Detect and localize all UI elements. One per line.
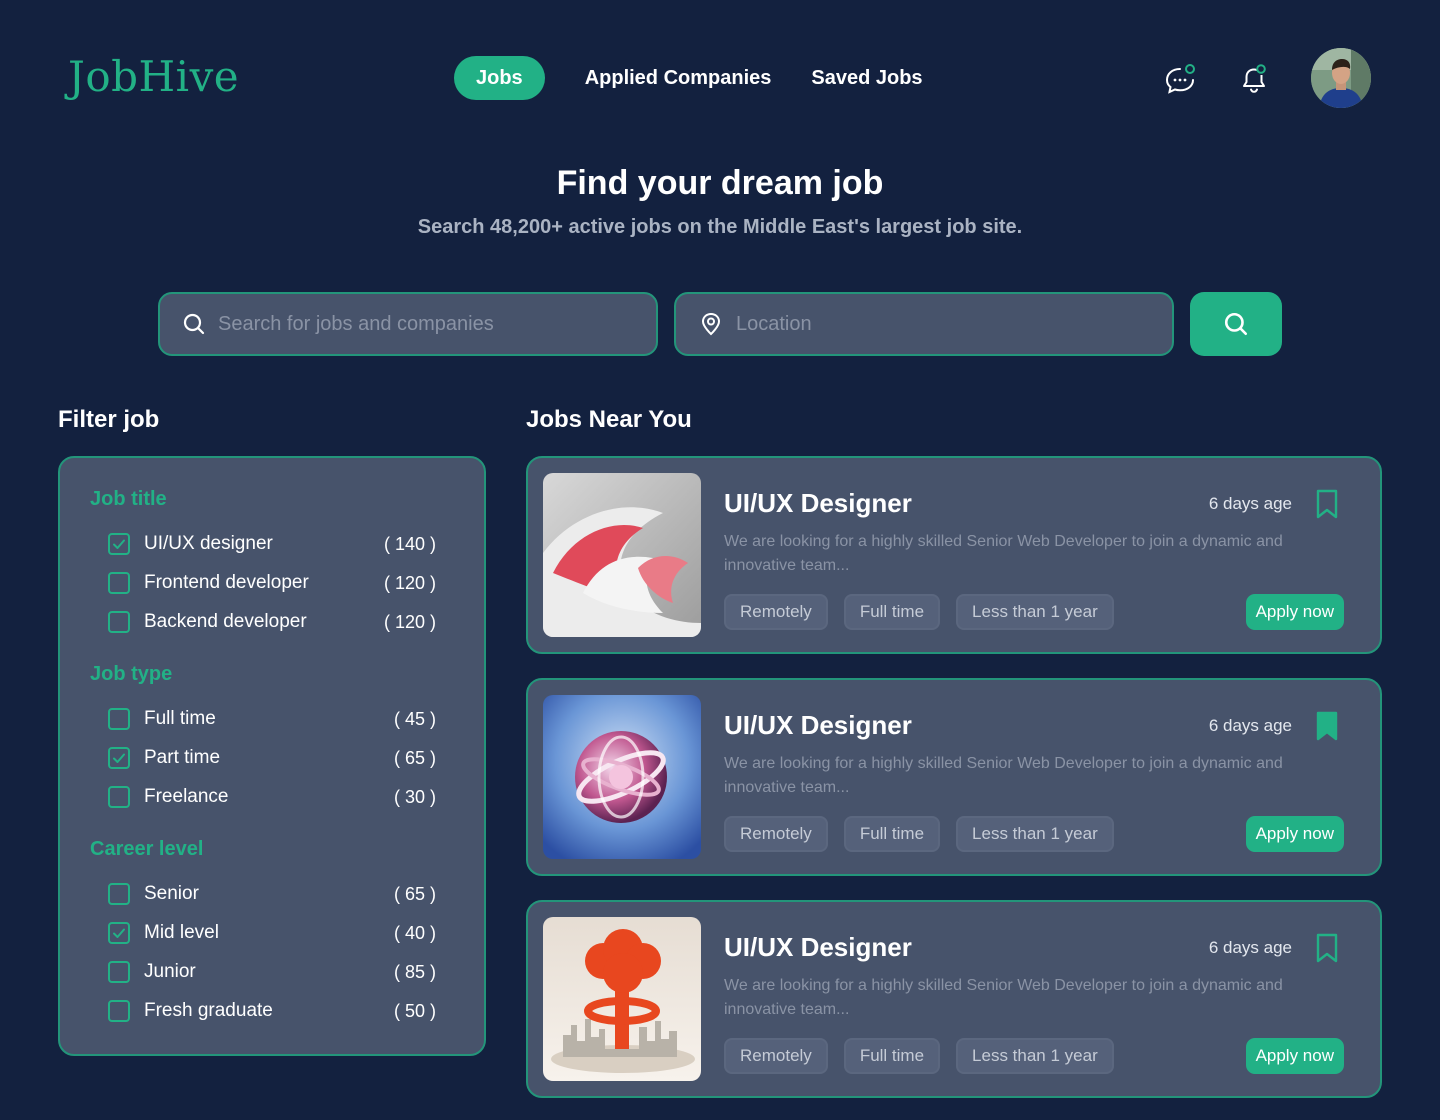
checkbox-checked[interactable]: [108, 747, 130, 769]
filter-option-fresh-graduate[interactable]: Fresh graduate ( 50 ): [108, 997, 436, 1025]
brand-logo[interactable]: JobHive: [68, 52, 239, 101]
filter-option-junior[interactable]: Junior ( 85 ): [108, 958, 436, 986]
filter-option-senior[interactable]: Senior ( 65 ): [108, 880, 436, 908]
location-input[interactable]: [736, 294, 1172, 354]
job-posted-age: 6 days age: [1208, 494, 1292, 513]
filter-group-job-title: Job title: [90, 488, 167, 510]
filter-panel: Job title UI/UX designer ( 140 ) Fronten…: [58, 456, 486, 1056]
checkbox-checked[interactable]: [108, 533, 130, 555]
filter-group-job-type: Job type: [90, 663, 173, 685]
filter-option-label: Mid level: [144, 922, 219, 943]
bookmark-outline-icon[interactable]: [1314, 932, 1340, 964]
filter-option-count: ( 140 ): [383, 533, 436, 554]
checkbox[interactable]: [108, 572, 130, 594]
job-tags: Remotely Full time Less than 1 year: [724, 594, 1130, 630]
nav-jobs[interactable]: Jobs: [454, 56, 545, 100]
location-pin-icon: [700, 312, 722, 336]
filter-option-frontend-developer[interactable]: Frontend developer ( 120 ): [108, 569, 436, 597]
company-logo-image: [543, 695, 701, 859]
filter-title: Filter job: [58, 406, 160, 433]
filter-option-count: ( 85 ): [393, 961, 436, 982]
filter-option-label: Fresh graduate: [144, 1000, 273, 1021]
company-logo-image: [543, 917, 701, 1081]
apply-now-button[interactable]: Apply now: [1245, 816, 1344, 852]
checkbox-checked[interactable]: [108, 922, 130, 944]
apply-now-button[interactable]: Apply now: [1245, 1038, 1344, 1074]
filter-option-freelance[interactable]: Freelance ( 30 ): [108, 783, 436, 811]
job-tag[interactable]: Full time: [843, 816, 941, 852]
nav-saved-jobs[interactable]: Saved Jobs: [811, 56, 922, 100]
filter-option-ui-ux-designer[interactable]: UI/UX designer ( 140 ): [108, 530, 436, 558]
location-field[interactable]: [674, 292, 1174, 356]
filter-option-backend-developer[interactable]: Backend developer ( 120 ): [108, 608, 436, 636]
filter-option-label: Frontend developer: [144, 572, 309, 593]
filter-option-label: Junior: [144, 961, 196, 982]
filter-option-count: ( 40 ): [393, 922, 436, 943]
filter-option-label: Senior: [144, 883, 199, 904]
bell-icon[interactable]: [1238, 60, 1270, 96]
filter-option-count: ( 120 ): [383, 572, 436, 593]
filter-group-career-level: Career level: [90, 838, 204, 860]
search-icon: [1223, 311, 1249, 337]
filter-option-count: ( 120 ): [383, 611, 436, 632]
job-card[interactable]: UI/UX Designer 6 days age We are looking…: [526, 900, 1382, 1098]
chat-icon[interactable]: [1165, 60, 1197, 96]
filter-option-part-time[interactable]: Part time ( 65 ): [108, 744, 436, 772]
checkbox[interactable]: [108, 883, 130, 905]
checkbox[interactable]: [108, 961, 130, 983]
nav-applied-companies[interactable]: Applied Companies: [585, 56, 772, 100]
job-tag[interactable]: Less than 1 year: [956, 816, 1114, 852]
filter-option-count: ( 65 ): [393, 747, 436, 768]
job-tag[interactable]: Less than 1 year: [956, 1038, 1114, 1074]
job-tag[interactable]: Less than 1 year: [956, 594, 1114, 630]
hero-subtitle: Search 48,200+ active jobs on the Middle…: [417, 216, 1023, 238]
filter-option-count: ( 50 ): [393, 1000, 436, 1021]
checkbox[interactable]: [108, 611, 130, 633]
filter-option-mid-level[interactable]: Mid level ( 40 ): [108, 919, 436, 947]
filter-option-label: UI/UX designer: [144, 533, 273, 554]
job-posted-age: 6 days age: [1208, 938, 1292, 957]
hero-title: Find your dream job: [556, 164, 884, 202]
job-card[interactable]: UI/UX Designer 6 days age We are looking…: [526, 678, 1382, 876]
job-description: We are looking for a highly skilled Seni…: [724, 533, 1283, 574]
filter-option-count: ( 65 ): [393, 883, 436, 904]
job-tag[interactable]: Remotely: [724, 1038, 828, 1074]
job-tag[interactable]: Remotely: [724, 594, 828, 630]
apply-now-button[interactable]: Apply now: [1245, 594, 1344, 630]
filter-option-count: ( 30 ): [393, 786, 436, 807]
job-posted-age: 6 days age: [1208, 716, 1292, 735]
job-title[interactable]: UI/UX Designer: [724, 932, 912, 963]
search-icon: [182, 312, 206, 336]
checkbox[interactable]: [108, 708, 130, 730]
jobs-section-title: Jobs Near You: [526, 406, 692, 433]
job-description: We are looking for a highly skilled Seni…: [724, 977, 1283, 1018]
job-tags: Remotely Full time Less than 1 year: [724, 816, 1130, 852]
filter-option-label: Freelance: [144, 786, 229, 807]
bookmark-filled-icon[interactable]: [1314, 710, 1340, 742]
checkbox[interactable]: [108, 786, 130, 808]
checkbox[interactable]: [108, 1000, 130, 1022]
job-tag[interactable]: Remotely: [724, 816, 828, 852]
filter-option-label: Backend developer: [144, 611, 307, 632]
job-title[interactable]: UI/UX Designer: [724, 488, 912, 519]
filter-option-label: Full time: [144, 708, 216, 729]
job-card[interactable]: UI/UX Designer 6 days age We are looking…: [526, 456, 1382, 654]
main-nav: Jobs Applied Companies Saved Jobs: [454, 56, 963, 100]
job-tag[interactable]: Full time: [843, 1038, 941, 1074]
company-logo-image: [543, 473, 701, 637]
filter-option-label: Part time: [144, 747, 221, 768]
job-description: We are looking for a highly skilled Seni…: [724, 755, 1283, 796]
job-tags: Remotely Full time Less than 1 year: [724, 1038, 1130, 1074]
job-title[interactable]: UI/UX Designer: [724, 710, 912, 741]
bookmark-outline-icon[interactable]: [1314, 488, 1340, 520]
user-avatar[interactable]: [1311, 48, 1371, 108]
search-button[interactable]: [1190, 292, 1282, 356]
filter-option-count: ( 45 ): [393, 708, 436, 729]
filter-option-full-time[interactable]: Full time ( 45 ): [108, 705, 436, 733]
job-tag[interactable]: Full time: [843, 594, 941, 630]
job-search-field[interactable]: [158, 292, 658, 356]
job-search-input[interactable]: [218, 294, 656, 354]
